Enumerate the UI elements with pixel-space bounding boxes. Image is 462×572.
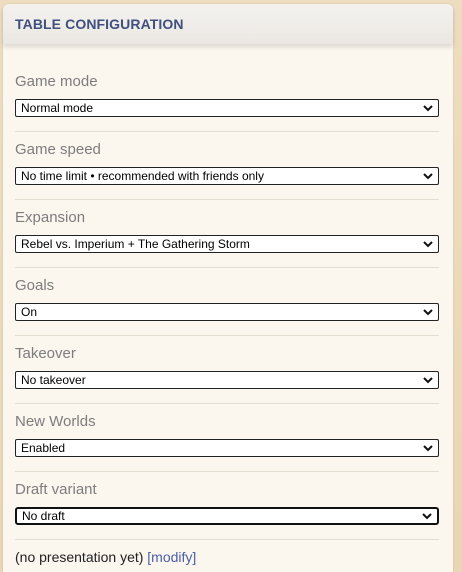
option-draft-variant: Draft variant No draft	[15, 452, 439, 540]
panel-title: TABLE CONFIGURATION	[15, 16, 184, 32]
option-label: Goals	[15, 277, 55, 294]
draft-variant-select[interactable]: No draft	[15, 507, 439, 525]
presentation-text: (no presentation yet)	[15, 549, 144, 565]
option-label: Draft variant	[15, 481, 97, 498]
panel-header: TABLE CONFIGURATION	[3, 4, 453, 44]
modify-link[interactable]: [modify]	[147, 549, 196, 565]
presentation-line: (no presentation yet) [modify]	[15, 549, 196, 565]
select-value: No draft	[22, 509, 65, 523]
chevron-down-icon	[421, 510, 433, 522]
option-label: Expansion	[15, 209, 86, 226]
option-label: Game mode	[15, 73, 98, 90]
option-label: Game speed	[15, 141, 101, 158]
option-label: Takeover	[15, 345, 76, 362]
option-label: New Worlds	[15, 413, 96, 430]
